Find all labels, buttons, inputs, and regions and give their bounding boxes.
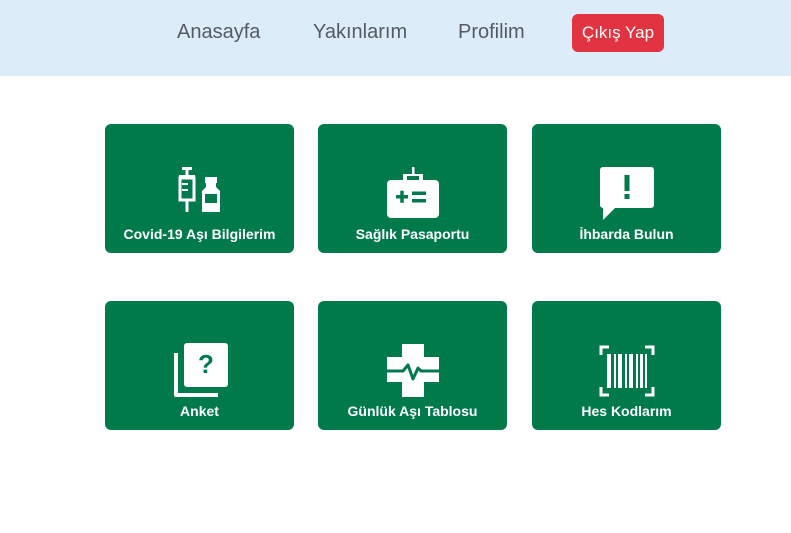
tile-report-violation[interactable]: İhbarda Bulun xyxy=(532,124,721,253)
svg-text:?: ? xyxy=(198,349,214,379)
tile-label: Anket xyxy=(180,403,219,419)
tile-label: Covid-19 Aşı Bilgilerim xyxy=(123,226,276,242)
nav-link-home[interactable]: Anasayfa xyxy=(177,20,260,44)
tile-hes-codes[interactable]: Hes Kodlarım xyxy=(532,301,721,430)
logout-button[interactable]: Çıkış Yap xyxy=(572,14,664,52)
tile-survey[interactable]: ? Anket xyxy=(105,301,294,430)
tile-label: Sağlık Pasaportu xyxy=(355,226,470,242)
tile-health-passport[interactable]: Sağlık Pasaportu xyxy=(318,124,507,253)
nav-link-relatives[interactable]: Yakınlarım xyxy=(313,20,407,44)
medical-briefcase-icon xyxy=(383,164,443,224)
tile-covid-vaccine-info[interactable]: Covid-19 Aşı Bilgilerim xyxy=(105,124,294,253)
nav-link-profile[interactable]: Profilim xyxy=(458,20,525,44)
tile-label: Hes Kodlarım xyxy=(581,403,672,419)
exclamation-comment-icon xyxy=(597,164,657,224)
tile-daily-vaccine-table[interactable]: Günlük Aşı Tablosu xyxy=(318,301,507,430)
barcode-scan-icon xyxy=(597,341,657,401)
heartbeat-cross-icon xyxy=(383,341,443,401)
tile-label: İhbarda Bulun xyxy=(579,226,674,242)
top-navbar: Anasayfa Yakınlarım Profilim Çıkış Yap xyxy=(0,0,791,76)
tile-label: Günlük Aşı Tablosu xyxy=(347,403,478,419)
question-cards-icon: ? xyxy=(170,341,230,401)
syringe-vial-icon xyxy=(170,164,230,224)
